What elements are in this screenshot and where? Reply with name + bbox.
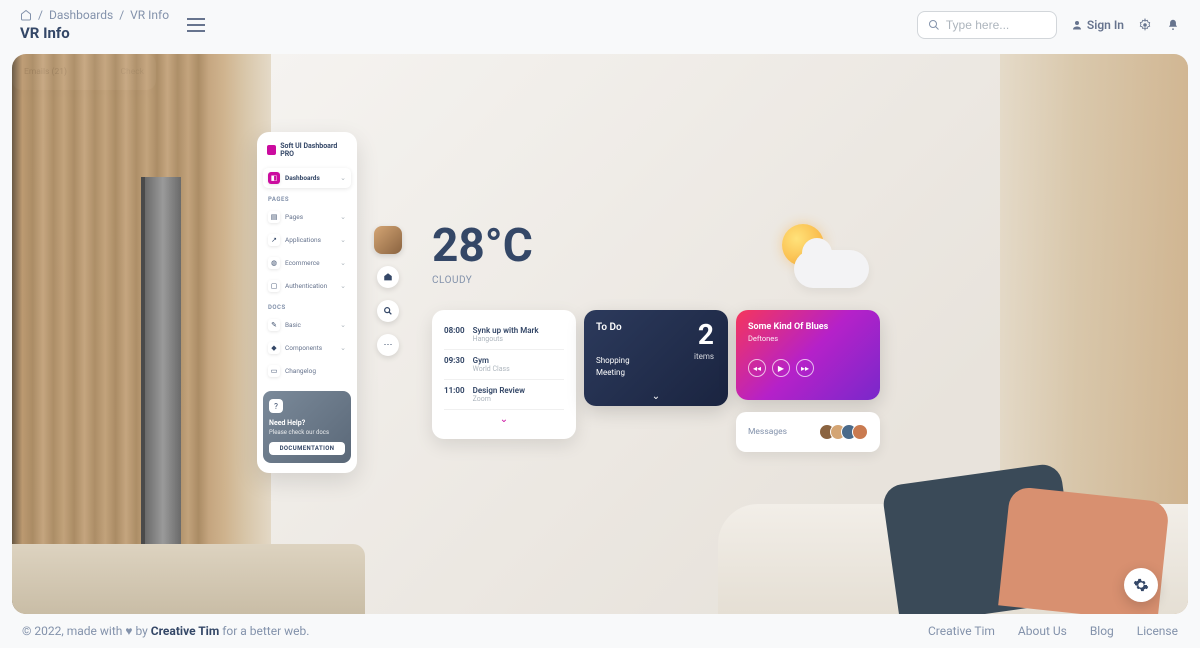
avatar[interactable] [374,226,402,254]
avatar-group [824,424,868,440]
breadcrumb-current: VR Info [130,8,169,22]
spaceship-icon: ✎ [268,319,280,331]
search-button[interactable] [377,300,399,322]
search-icon [928,19,940,31]
footer: © 2022, made with ♥ by Creative Tim for … [0,614,1200,648]
more-button[interactable]: ⋯ [377,334,399,356]
chevron-down-icon: ⌄ [340,174,346,182]
schedule-row[interactable]: 11:00Design ReviewZoom [444,380,564,410]
sidebar-item-ecommerce[interactable]: ◍Ecommerce⌄ [263,253,351,273]
breadcrumb: / Dashboards / VR Info [20,8,169,22]
footer-link-license[interactable]: License [1137,624,1178,638]
breadcrumb-parent[interactable]: Dashboards [49,8,113,22]
credit-icon: ▭ [268,365,280,377]
next-button[interactable]: ▸▸ [796,359,814,377]
footer-link-blog[interactable]: Blog [1090,624,1114,638]
sidebar-item-pages[interactable]: ▤Pages⌄ [263,207,351,227]
footer-link-creative[interactable]: Creative Tim [928,624,995,638]
schedule-row[interactable]: 08:00Synk up with MarkHangouts [444,320,564,350]
prev-button[interactable]: ◂◂ [748,359,766,377]
bell-icon[interactable] [1166,18,1180,32]
hamburger-icon[interactable] [187,18,205,32]
messages-card[interactable]: Messages [736,412,880,452]
mini-nav: ⋯ [374,226,402,356]
question-icon: ? [269,399,283,413]
apps-icon: ↗ [268,234,280,246]
page-title: VR Info [20,24,169,42]
temperature: 28°C [432,219,533,273]
basket-icon: ◍ [268,257,280,269]
sidebar-item-changelog[interactable]: ▭Changelog [263,361,351,381]
weather-widget: 28°C CLOUDY [432,219,533,286]
section-docs: DOCS [268,304,346,311]
home-icon[interactable] [20,9,32,21]
chevron-down-icon[interactable]: ⌄ [652,391,660,402]
search-box[interactable] [917,11,1057,39]
schedule-card: 08:00Synk up with MarkHangouts 09:30GymW… [432,310,576,439]
heart-icon: ♥ [125,624,135,638]
home-button[interactable] [377,266,399,288]
sidebar-item-applications[interactable]: ↗Applications⌄ [263,230,351,250]
settings-fab[interactable] [1124,568,1158,602]
help-card: ? Need Help? Please check our docs DOCUM… [263,391,351,463]
todo-card[interactable]: To Do 2 items Shopping Meeting ⌄ [584,310,728,406]
search-input[interactable] [946,18,1046,32]
brand-icon [267,145,276,155]
play-button[interactable]: ▶ [772,359,790,377]
sidebar-item-authentication[interactable]: ▢Authentication⌄ [263,276,351,296]
avatar [852,424,868,440]
shop-icon: ◧ [268,172,280,184]
office-icon: ▤ [268,211,280,223]
sidebar-panel: Soft UI Dashboard PRO ◧ Dashboards ⌄ PAG… [257,132,357,473]
todo-count: 2 [698,318,714,351]
schedule-row[interactable]: 09:30GymWorld Class [444,350,564,380]
sidebar-item-dashboards[interactable]: ◧ Dashboards ⌄ [263,168,351,188]
footer-link-about[interactable]: About Us [1018,624,1067,638]
music-player-card: Some Kind Of Blues Deftones ◂◂ ▶ ▸▸ [736,310,880,400]
document-icon: ▢ [268,280,280,292]
section-pages: PAGES [268,196,346,203]
sidebar-item-basic[interactable]: ✎Basic⌄ [263,315,351,335]
footer-brand[interactable]: Creative Tim [151,624,219,638]
condition: CLOUDY [432,275,533,286]
sidebar-item-components[interactable]: ◆Components⌄ [263,338,351,358]
signin-button[interactable]: Sign In [1071,18,1124,32]
components-icon: ◆ [268,342,280,354]
vr-scene: Soft UI Dashboard PRO ◧ Dashboards ⌄ PAG… [12,54,1188,614]
brand[interactable]: Soft UI Dashboard PRO [263,142,351,158]
documentation-button[interactable]: DOCUMENTATION [269,442,345,455]
schedule-more[interactable]: ⌄ [444,414,564,425]
gear-icon[interactable] [1138,18,1152,32]
